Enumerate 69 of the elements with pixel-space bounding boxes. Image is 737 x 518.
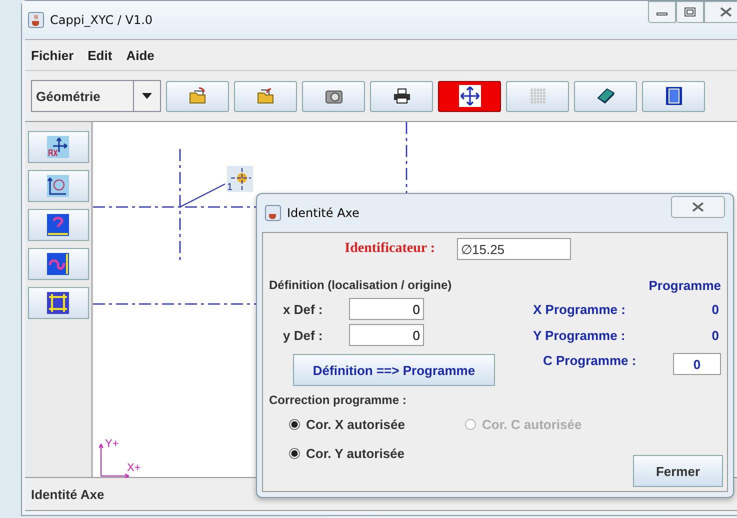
question-mark-icon bbox=[47, 214, 69, 236]
transfer-button[interactable]: Définition ==> Programme bbox=[293, 354, 495, 386]
tool-button[interactable] bbox=[28, 209, 88, 241]
section-heading: Correction programme : bbox=[269, 393, 408, 407]
x-def-field[interactable]: 0 bbox=[349, 298, 424, 320]
grid-icon bbox=[528, 87, 546, 105]
dropdown-arrow-icon bbox=[142, 93, 152, 99]
option-label: Cor. C autorisée bbox=[482, 417, 582, 432]
axis-marker-icon bbox=[227, 166, 253, 192]
minimize-button[interactable] bbox=[648, 1, 676, 23]
door-icon bbox=[664, 86, 682, 106]
field-label: x Def : bbox=[282, 302, 324, 316]
tool-button[interactable] bbox=[28, 131, 88, 163]
move-arrows-icon bbox=[458, 85, 480, 107]
axis-line bbox=[405, 122, 408, 194]
option-label: Cor. Y autorisée bbox=[306, 446, 405, 461]
close-dialog-button[interactable]: Fermer bbox=[633, 455, 723, 487]
close-icon bbox=[720, 7, 732, 17]
identifier-field[interactable]: ∅15.25 bbox=[457, 238, 571, 260]
curve-icon bbox=[47, 253, 69, 275]
menu-item[interactable]: Edit bbox=[88, 48, 112, 62]
tool-button[interactable] bbox=[28, 248, 88, 280]
origin-axes-icon bbox=[47, 136, 69, 158]
field-label: y Def : bbox=[282, 328, 324, 342]
arrows-icon bbox=[47, 292, 69, 314]
dialog-title: Identité Axe bbox=[287, 206, 360, 220]
value-text: 0 bbox=[712, 328, 719, 342]
axis-label: X+ bbox=[127, 462, 141, 474]
status-text: Identité Axe bbox=[31, 486, 104, 502]
option-label: Cor. X autorisée bbox=[306, 417, 405, 432]
java-cup-icon bbox=[265, 205, 281, 221]
window-title: Cappi_XYC / V1.0 bbox=[50, 13, 153, 27]
folder-icon bbox=[256, 87, 274, 105]
close-button[interactable] bbox=[671, 196, 725, 218]
restore-icon bbox=[684, 7, 696, 17]
radio-option[interactable]: Cor. Y autorisée bbox=[289, 446, 465, 461]
field-label: C Programme : bbox=[543, 353, 636, 368]
folder-icon bbox=[188, 87, 206, 105]
c-program-field[interactable]: 0 bbox=[673, 353, 721, 375]
toolbar-button[interactable] bbox=[302, 80, 365, 112]
close-button[interactable] bbox=[704, 1, 737, 23]
section-heading: Programme bbox=[648, 278, 721, 292]
tool-button[interactable] bbox=[28, 287, 88, 319]
radio-button[interactable] bbox=[289, 448, 300, 459]
toolbar-button[interactable] bbox=[574, 80, 637, 112]
toolbar-button[interactable] bbox=[370, 80, 433, 112]
node-label: 1 bbox=[227, 182, 233, 193]
java-cup-icon bbox=[28, 12, 44, 28]
menu-item[interactable]: Aide bbox=[126, 48, 154, 62]
menu-item[interactable]: Fichier bbox=[31, 48, 74, 62]
close-icon bbox=[692, 202, 704, 212]
shape-dropdown[interactable]: Géométrie bbox=[31, 80, 161, 112]
value-text: 0 bbox=[712, 302, 719, 316]
section-heading: Définition (localisation / origine) bbox=[269, 278, 452, 292]
field-label: X Programme : bbox=[533, 302, 626, 316]
camera-icon bbox=[324, 88, 342, 104]
y-def-field[interactable]: 0 bbox=[349, 324, 424, 346]
circle-axes-icon bbox=[47, 175, 69, 197]
maximize-button[interactable] bbox=[676, 1, 704, 23]
printer-icon bbox=[392, 88, 410, 104]
book-icon bbox=[596, 87, 616, 105]
toolbar-button[interactable] bbox=[438, 80, 501, 112]
tool-button[interactable] bbox=[28, 170, 88, 202]
field-label: Y Programme : bbox=[533, 328, 626, 342]
axis-label: Y+ bbox=[105, 438, 119, 450]
radio-option[interactable]: Cor. X autorisée bbox=[289, 417, 465, 432]
field-label: Identificateur : bbox=[344, 241, 435, 257]
toolbar-button[interactable] bbox=[642, 80, 705, 112]
radio-button[interactable] bbox=[289, 419, 300, 430]
